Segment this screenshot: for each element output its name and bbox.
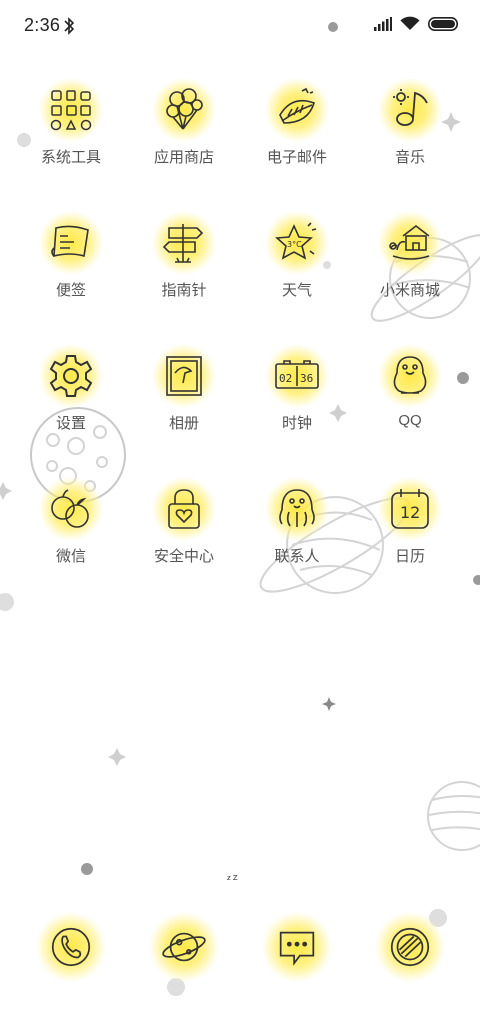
camera-lens-icon: [390, 927, 430, 967]
app-label: 天气: [281, 282, 312, 299]
app-label: QQ: [398, 412, 422, 429]
music-note-icon: [393, 89, 428, 126]
dock-camera[interactable]: [355, 912, 465, 982]
app-qq[interactable]: QQ: [355, 344, 465, 454]
padlock-heart-icon: [168, 489, 200, 529]
app-label: 日历: [394, 548, 425, 565]
chat-bubble-icon: [279, 931, 315, 966]
app-label: 微信: [55, 548, 86, 565]
app-compass[interactable]: 指南针: [129, 211, 239, 321]
clock-minutes: 36: [300, 372, 313, 385]
calendar-day: 12: [400, 503, 420, 522]
digital-clock-icon: 02 36: [275, 360, 319, 389]
scroll-note-icon: [51, 225, 89, 258]
app-notes[interactable]: 便签: [16, 211, 126, 321]
turtle-house-icon: [389, 224, 430, 260]
battery-icon: [428, 16, 458, 31]
app-wechat[interactable]: 微信: [16, 477, 126, 587]
gear-icon: [49, 355, 93, 397]
app-contacts[interactable]: 联系人: [242, 477, 352, 587]
app-label: 应用商店: [153, 149, 214, 166]
octopus-icon: [279, 489, 315, 527]
app-settings[interactable]: 设置: [16, 344, 126, 454]
bluetooth-icon: [64, 17, 75, 35]
page-indicator: z Z: [227, 874, 238, 882]
apples-icon: [51, 489, 89, 528]
app-system-tools[interactable]: 系统工具: [16, 78, 126, 188]
photo-frame-icon: [166, 356, 202, 396]
app-label: 小米商城: [379, 282, 440, 299]
app-label: 电子邮件: [266, 149, 327, 166]
app-label: 联系人: [274, 548, 320, 565]
planet-browser-icon: [162, 932, 206, 962]
app-clock[interactable]: 02 36 时钟: [242, 344, 352, 454]
balloons-icon: [166, 88, 203, 130]
weather-star-icon: 3°C: [275, 222, 317, 260]
app-mi-store[interactable]: 小米商城: [355, 211, 465, 321]
dock-phone[interactable]: [16, 912, 126, 982]
app-email[interactable]: 电子邮件: [242, 78, 352, 188]
app-label: 指南针: [161, 282, 207, 299]
tools-folder-icon: [50, 90, 92, 131]
app-label: 便签: [55, 282, 86, 299]
penguin-icon: [393, 356, 427, 394]
calendar-icon: 12: [391, 489, 429, 529]
dock-messages[interactable]: [242, 912, 352, 982]
app-label: 设置: [55, 415, 86, 432]
app-weather[interactable]: 3°C 天气: [242, 211, 352, 321]
app-store[interactable]: 应用商店: [129, 78, 239, 188]
phone-icon: [51, 927, 91, 967]
app-label: 系统工具: [40, 149, 101, 166]
clock-hours: 02: [279, 372, 292, 385]
dock-browser[interactable]: [129, 912, 239, 982]
app-label: 安全中心: [153, 548, 214, 565]
signal-icon: [374, 16, 392, 31]
app-gallery[interactable]: 相册: [129, 344, 239, 454]
app-music[interactable]: 音乐: [355, 78, 465, 188]
app-label: 相册: [168, 415, 199, 432]
app-label: 时钟: [281, 415, 312, 432]
wifi-icon: [400, 16, 420, 30]
weather-temp: 3°C: [287, 240, 302, 249]
signpost-icon: [162, 224, 204, 263]
app-label: 音乐: [394, 149, 425, 166]
app-calendar[interactable]: 12 日历: [355, 477, 465, 587]
status-bar: 2:36: [0, 0, 480, 52]
status-icons: [374, 16, 458, 31]
leaf-mail-icon: [279, 87, 315, 124]
status-time: 2:36: [24, 15, 61, 35]
page-indicator-text: z Z: [227, 874, 238, 882]
app-security[interactable]: 安全中心: [129, 477, 239, 587]
